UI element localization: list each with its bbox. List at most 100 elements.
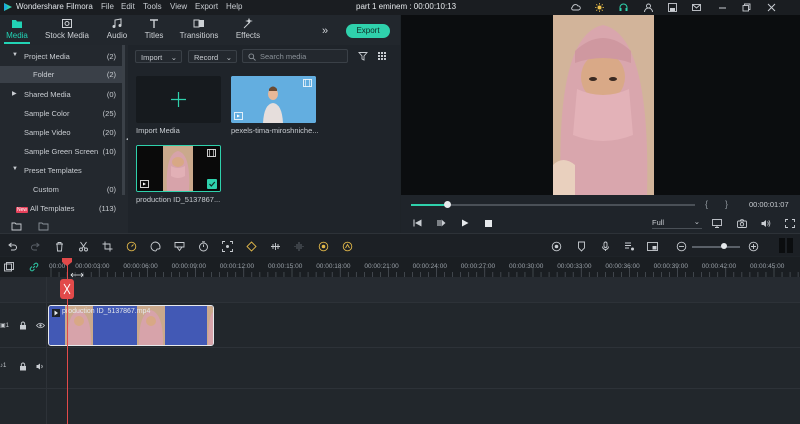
sidebar-item-custom[interactable]: Custom (0) <box>0 181 122 198</box>
render-icon[interactable] <box>551 241 562 252</box>
headset-icon[interactable] <box>618 2 629 13</box>
play-icon[interactable] <box>461 219 469 227</box>
import-dropdown[interactable]: Import ⌄ <box>135 50 182 63</box>
ai-portrait-icon[interactable] <box>342 241 353 252</box>
marker-icon[interactable] <box>576 241 587 252</box>
menu-file[interactable]: File <box>101 2 114 11</box>
ruler-tick-label: 00:00:21:00 <box>364 263 399 270</box>
play-reverse-icon[interactable] <box>437 219 446 227</box>
preview-controls: { } 00:00:01:07 Full ⌄ <box>401 195 800 233</box>
collapse-arrow-icon[interactable]: ▼ <box>12 166 18 172</box>
import-media-tile[interactable] <box>136 76 221 123</box>
menu-tools[interactable]: Tools <box>143 2 162 11</box>
keyframe-icon[interactable] <box>246 241 257 252</box>
lock-icon[interactable] <box>19 362 27 371</box>
search-input[interactable]: Search media <box>242 49 348 63</box>
filter-icon[interactable] <box>358 51 368 61</box>
video-clip[interactable]: production ID_5137867.mp4 <box>48 305 214 346</box>
sidebar-scrollbar[interactable] <box>122 45 125 195</box>
sun-icon[interactable] <box>594 2 605 13</box>
sidebar-item-sample-video[interactable]: Sample Video (20) <box>0 124 122 141</box>
sidebar-item-all-templates[interactable]: New All Templates (113) <box>0 200 122 217</box>
record-dropdown[interactable]: Record ⌄ <box>188 50 237 63</box>
media-thumbnail-pexels[interactable] <box>231 76 316 123</box>
sidebar-item-project-media[interactable]: ▼ Project Media (2) <box>0 48 122 65</box>
ruler-tick-label: 00:00:42:00 <box>701 263 737 270</box>
export-button[interactable]: Export <box>346 24 390 38</box>
tab-effects[interactable]: Effects <box>233 18 263 44</box>
auto-reframe-icon[interactable] <box>318 241 329 252</box>
tab-media[interactable]: Media <box>2 18 32 44</box>
zoom-slider-track[interactable] <box>692 246 740 248</box>
zoom-in-icon[interactable] <box>748 241 759 252</box>
audio-track-1 <box>0 349 800 389</box>
sidebar-item-sample-green-screen[interactable]: Sample Green Screen (10) <box>0 143 122 160</box>
mark-out-icon[interactable]: } <box>725 199 728 209</box>
volume-icon[interactable] <box>761 219 771 228</box>
restore-icon[interactable] <box>741 2 752 13</box>
mail-icon[interactable] <box>691 2 702 13</box>
speed-icon[interactable] <box>126 241 137 252</box>
folder-outline-icon[interactable] <box>38 221 49 231</box>
lock-icon[interactable] <box>19 321 27 330</box>
cloud-icon[interactable] <box>570 2 581 13</box>
minimize-icon[interactable] <box>717 2 728 13</box>
speaker-icon[interactable] <box>36 363 45 370</box>
preview-progress-knob[interactable] <box>444 201 452 208</box>
tab-audio[interactable]: Audio <box>102 18 132 44</box>
snapshot-camera-icon[interactable] <box>737 219 747 228</box>
tab-stock-media[interactable]: Stock Media <box>44 18 90 44</box>
voiceover-list-icon[interactable] <box>624 241 635 252</box>
audio-adjust-icon[interactable] <box>294 241 305 252</box>
sidebar-item-folder[interactable]: Folder (2) <box>0 66 122 83</box>
tab-transitions[interactable]: Transitions <box>179 18 219 44</box>
color-palette-icon[interactable] <box>150 241 161 252</box>
quality-dropdown[interactable]: Full ⌄ <box>652 217 702 229</box>
tab-titles[interactable]: Titles <box>139 18 169 44</box>
menu-view[interactable]: View <box>170 2 187 11</box>
stabilization-icon[interactable] <box>270 241 281 252</box>
menu-help[interactable]: Help <box>226 2 242 11</box>
mark-in-icon[interactable]: { <box>705 199 708 209</box>
quality-dropdown-label: Full <box>652 218 665 227</box>
previous-frame-icon[interactable] <box>413 219 422 227</box>
split-marker-icon[interactable] <box>60 279 74 299</box>
empty-track-row <box>0 277 800 303</box>
menu-edit[interactable]: Edit <box>121 2 135 11</box>
green-screen-icon[interactable] <box>174 241 185 252</box>
sidebar-item-sample-color[interactable]: Sample Color (25) <box>0 105 122 122</box>
sidebar-item-preset-templates[interactable]: ▼ Preset Templates <box>0 162 122 179</box>
timeline-settings-icon[interactable] <box>778 237 795 254</box>
grid-view-icon[interactable] <box>377 51 387 61</box>
stop-icon[interactable] <box>485 220 492 227</box>
monitor-icon[interactable] <box>712 219 722 228</box>
eye-icon[interactable] <box>36 322 45 329</box>
pip-icon[interactable] <box>647 241 658 252</box>
save-icon[interactable] <box>667 2 678 13</box>
menu-export[interactable]: Export <box>195 2 218 11</box>
expand-arrow-icon[interactable]: ▶ <box>12 90 17 97</box>
zoom-out-icon[interactable] <box>676 241 687 252</box>
timer-icon[interactable] <box>198 241 209 252</box>
collapse-arrow-icon[interactable]: ▼ <box>12 52 18 58</box>
more-tabs-icon[interactable]: » <box>322 25 328 37</box>
split-scissors-icon[interactable] <box>78 241 89 252</box>
new-folder-icon[interactable] <box>11 221 22 231</box>
close-icon[interactable] <box>766 2 777 13</box>
account-icon[interactable] <box>643 2 654 13</box>
undo-icon[interactable] <box>7 241 18 252</box>
media-thumbnail-production[interactable] <box>136 145 221 192</box>
fit-frame-icon[interactable] <box>222 241 233 252</box>
sidebar-item-shared-media[interactable]: ▶ Shared Media (0) <box>0 86 122 103</box>
fullscreen-icon[interactable] <box>785 219 795 228</box>
delete-icon[interactable] <box>54 241 65 252</box>
add-to-timeline-icon[interactable] <box>234 112 243 120</box>
zoom-slider-knob[interactable] <box>721 243 727 249</box>
redo-icon[interactable] <box>30 241 41 252</box>
add-to-timeline-icon[interactable] <box>140 180 149 188</box>
sidebar-item-label: Shared Media <box>24 90 71 99</box>
microphone-icon[interactable] <box>600 241 611 252</box>
preview-progress-track[interactable] <box>411 204 695 206</box>
playhead-handle-icon[interactable] <box>62 258 72 266</box>
crop-icon[interactable] <box>102 241 113 252</box>
